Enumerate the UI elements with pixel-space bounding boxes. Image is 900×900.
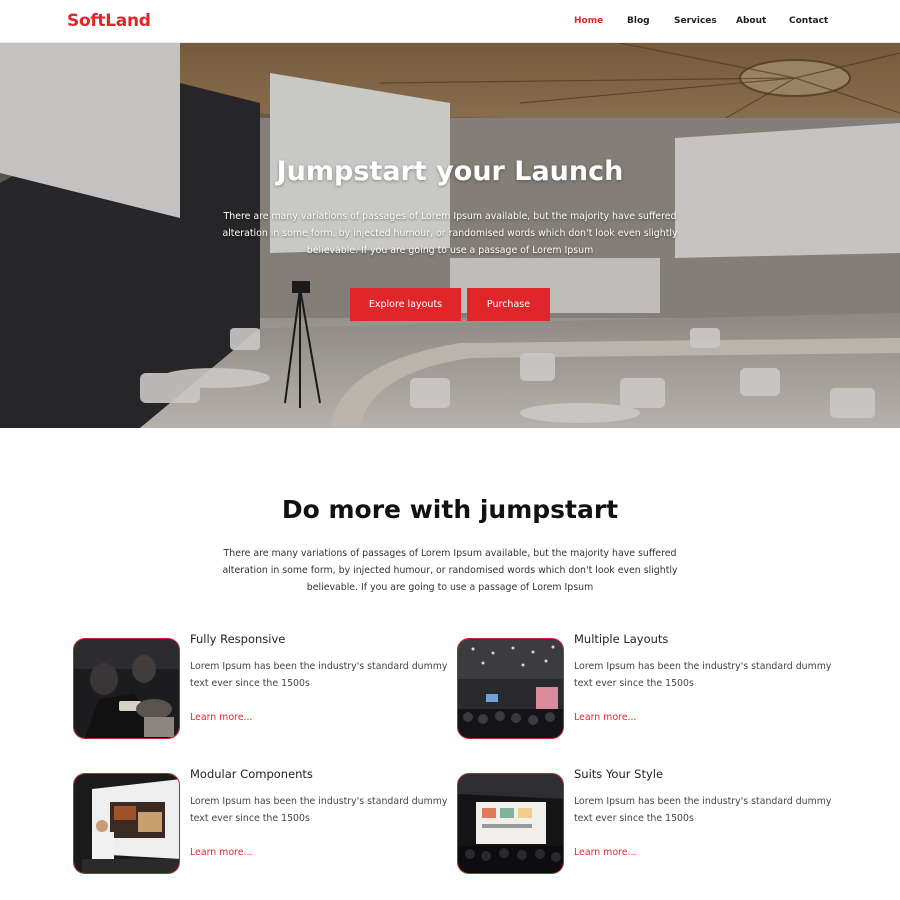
feature-title: Modular Components	[190, 767, 313, 781]
learn-more-link[interactable]: Learn more...	[574, 712, 636, 723]
nav-about[interactable]: About	[736, 16, 766, 26]
feature-card: Multiple Layouts Lorem Ipsum has been th…	[457, 632, 837, 739]
feature-text: Lorem Ipsum has been the industry's stan…	[574, 661, 832, 689]
nav-services[interactable]: Services	[674, 16, 717, 26]
feature-title: Fully Responsive	[190, 632, 286, 646]
nav-contact[interactable]: Contact	[789, 16, 828, 26]
brand-logo[interactable]: SoftLand	[67, 11, 151, 31]
hero-title: Jumpstart your Launch	[276, 156, 624, 187]
nav-home[interactable]: Home	[574, 16, 603, 26]
hero-banner: Jumpstart your Launch There are many var…	[0, 43, 900, 428]
feature-card: Modular Components Lorem Ipsum has been …	[73, 767, 453, 874]
feature-text: Lorem Ipsum has been the industry's stan…	[190, 796, 448, 824]
feature-image	[73, 773, 180, 874]
section-title: Do more with jumpstart	[281, 495, 619, 524]
learn-more-link[interactable]: Learn more...	[190, 712, 252, 723]
feature-image	[73, 638, 180, 739]
hero-description: There are many variations of passages of…	[222, 211, 678, 256]
nav-blog[interactable]: Blog	[627, 16, 650, 26]
feature-title: Suits Your Style	[574, 767, 664, 781]
feature-text: Lorem Ipsum has been the industry's stan…	[190, 661, 448, 689]
feature-text: Lorem Ipsum has been the industry's stan…	[574, 796, 832, 824]
feature-card: Fully Responsive Lorem Ipsum has been th…	[73, 632, 453, 739]
section-description: There are many variations of passages of…	[222, 548, 678, 593]
feature-card: Suits Your Style Lorem Ipsum has been th…	[457, 767, 837, 874]
feature-image	[457, 773, 564, 874]
purchase-button[interactable]: Purchase	[467, 288, 550, 321]
learn-more-link[interactable]: Learn more...	[190, 847, 252, 858]
feature-image	[457, 638, 564, 739]
feature-title: Multiple Layouts	[574, 632, 669, 646]
site-header: SoftLand Home Blog Services About Contac…	[0, 0, 900, 43]
explore-layouts-button[interactable]: Explore layouts	[350, 288, 461, 321]
learn-more-link[interactable]: Learn more...	[574, 847, 636, 858]
